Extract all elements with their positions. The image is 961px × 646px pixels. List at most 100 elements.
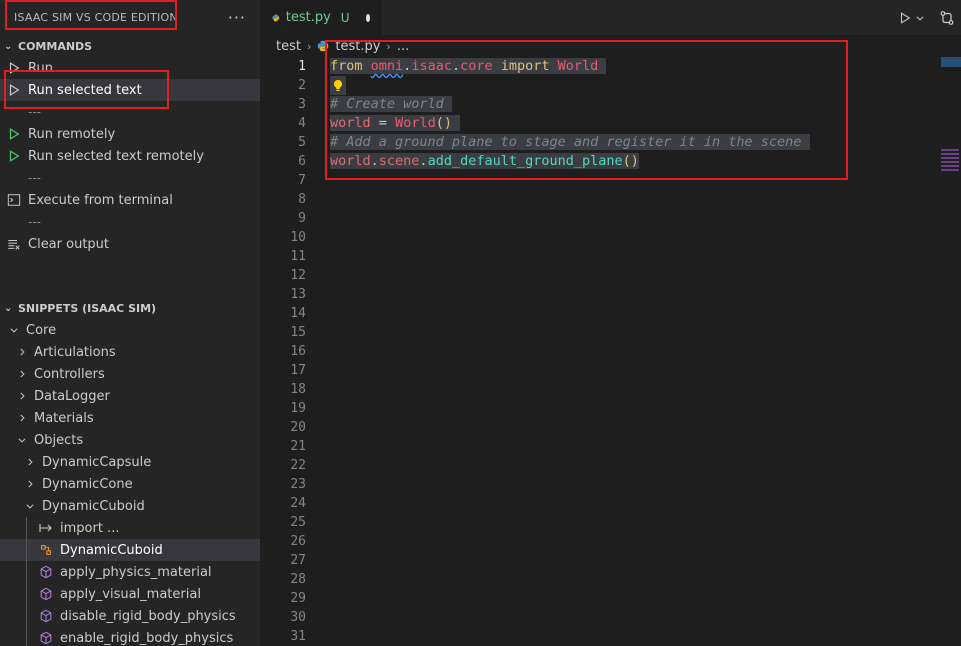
- indent-guide: [26, 583, 27, 605]
- line-number: 7: [298, 173, 306, 188]
- editor-group: test.py U test › test.py › ... 123456 7 …: [260, 0, 961, 646]
- python-file-icon: [272, 14, 280, 21]
- snippet-controllers[interactable]: Controllers: [0, 363, 260, 385]
- snippet-core[interactable]: Core: [0, 319, 260, 341]
- indent-guide: [26, 561, 27, 583]
- command-run-selected-text[interactable]: Run selected text: [0, 79, 260, 101]
- line-number: 17: [290, 363, 306, 378]
- snippet-dynamiccuboid[interactable]: DynamicCuboid: [0, 539, 260, 561]
- snippet-dynamiccuboid[interactable]: DynamicCuboid: [0, 495, 260, 517]
- var-world: world: [330, 115, 371, 131]
- operator-assign: =: [378, 115, 387, 131]
- method-cube-icon: [38, 630, 54, 646]
- chevron-right-icon: ›: [386, 39, 391, 53]
- snippet-label: disable_rigid_body_physics: [60, 608, 236, 624]
- module-omni: omni: [370, 58, 404, 74]
- breadcrumb-file[interactable]: test.py: [335, 39, 380, 54]
- snippet-label: Articulations: [34, 344, 116, 360]
- command-label: Run: [28, 60, 53, 76]
- line-number: 2: [298, 78, 306, 93]
- snippet-disable-rigid-body-physics[interactable]: disable_rigid_body_physics: [0, 605, 260, 627]
- source-control-compare-icon[interactable]: [939, 10, 955, 26]
- snippet-dynamiccapsule[interactable]: DynamicCapsule: [0, 451, 260, 473]
- tab-bar: test.py U: [260, 0, 961, 35]
- untracked-status-badge: U: [340, 10, 350, 25]
- method-cube-icon: [38, 564, 54, 580]
- code-line-2: [330, 76, 810, 95]
- line-number: 25: [290, 515, 306, 530]
- comment-ground-plane: # Add a ground plane to stage and regist…: [330, 134, 802, 150]
- snippets-section-title: SNIPPETS (ISAAC SIM): [18, 301, 157, 315]
- sidebar-title: ISAAC SIM VS CODE EDITION: [14, 11, 178, 24]
- chevron-right-icon: [16, 369, 28, 379]
- snippet-apply-physics-material[interactable]: apply_physics_material: [0, 561, 260, 583]
- command-separator: ---: [28, 105, 41, 119]
- line-number: 21: [290, 439, 306, 454]
- line-number: 29: [290, 591, 306, 606]
- commands-section-header[interactable]: ⌄ COMMANDS: [0, 35, 260, 57]
- snippet-apply-visual-material[interactable]: apply_visual_material: [0, 583, 260, 605]
- snippet-articulations[interactable]: Articulations: [0, 341, 260, 363]
- lightbulb-icon[interactable]: [330, 76, 346, 95]
- line-number: 16: [290, 344, 306, 359]
- chevron-down-icon: ⌄: [4, 40, 13, 52]
- snippet-dynamiccone[interactable]: DynamicCone: [0, 473, 260, 495]
- snippet-import[interactable]: import ...: [0, 517, 260, 539]
- minimap[interactable]: [941, 57, 961, 217]
- line-number-gutter: 1 2 3 4 5 6 7 8 9 10 11 12 13 14 15 16 17 18 19 20 21 22 23 24 2…: [260, 57, 306, 646]
- line-number: 26: [290, 534, 306, 549]
- line-number: 14: [290, 306, 306, 321]
- line-number: 15: [290, 325, 306, 340]
- line-number: 23: [290, 477, 306, 492]
- more-actions-button[interactable]: ···: [228, 8, 246, 27]
- code-editor[interactable]: 1 2 3 4 5 6 7 8 9 10 11 12 13 14 15 16 17 18 19 20 21 22 23 24 2…: [260, 57, 961, 646]
- snippet-label: apply_physics_material: [60, 564, 212, 580]
- tab-test-py[interactable]: test.py U: [260, 0, 382, 35]
- command-clear-output[interactable]: Clear output: [0, 233, 260, 255]
- snippet-datalogger[interactable]: DataLogger: [0, 385, 260, 407]
- command-run-selected-text-remotely[interactable]: Run selected text remotely: [0, 145, 260, 167]
- chevron-down-icon: [24, 501, 36, 511]
- indent-guide: [26, 627, 27, 646]
- unsaved-dot-icon[interactable]: [365, 13, 370, 22]
- line-number: 11: [290, 249, 306, 264]
- parens: (): [435, 115, 452, 131]
- snippets-tree: Core Articulations Controllers DataLogger Ma…: [0, 319, 260, 646]
- line-number: 31: [290, 629, 306, 644]
- snippet-objects[interactable]: Objects: [0, 429, 260, 451]
- code-line-4: world = World(): [330, 114, 810, 133]
- line-number: 28: [290, 572, 306, 587]
- line-number: 3: [298, 97, 306, 112]
- line-number: 9: [298, 211, 306, 226]
- command-execute-from-terminal[interactable]: Execute from terminal: [0, 189, 260, 211]
- run-python-button[interactable]: [898, 11, 925, 25]
- class-world: World: [557, 58, 599, 74]
- snippet-label: enable_rigid_body_physics: [60, 630, 234, 646]
- class-icon: [38, 542, 54, 558]
- line-number: 13: [290, 287, 306, 302]
- snippet-enable-rigid-body-physics[interactable]: enable_rigid_body_physics: [0, 627, 260, 646]
- snippet-materials[interactable]: Materials: [0, 407, 260, 429]
- call-world: World: [395, 115, 436, 131]
- sidebar-header: ISAAC SIM VS CODE EDITION ···: [0, 0, 260, 35]
- line-number: 19: [290, 401, 306, 416]
- minimap-slider[interactable]: [941, 57, 961, 67]
- breadcrumb-symbols[interactable]: ...: [397, 39, 409, 54]
- command-run[interactable]: Run: [0, 57, 260, 79]
- snippet-label: Materials: [34, 410, 94, 426]
- command-label: Run selected text remotely: [28, 148, 204, 164]
- line-number: 12: [290, 268, 306, 283]
- snippet-label: apply_visual_material: [60, 586, 201, 602]
- chevron-down-icon: [916, 15, 924, 21]
- line-number: 30: [290, 610, 306, 625]
- command-separator: ---: [28, 171, 41, 185]
- snippet-label: import ...: [60, 520, 120, 536]
- command-label: Clear output: [28, 236, 110, 252]
- code-content[interactable]: from omni.isaac.core import World # Crea…: [330, 57, 810, 171]
- parens: (): [622, 153, 639, 169]
- command-run-remotely[interactable]: Run remotely: [0, 123, 260, 145]
- snippets-section-header[interactable]: ⌄ SNIPPETS (ISAAC SIM): [0, 297, 260, 319]
- method-cube-icon: [38, 608, 54, 624]
- command-label: Run selected text: [28, 82, 142, 98]
- breadcrumb-folder[interactable]: test: [276, 39, 301, 54]
